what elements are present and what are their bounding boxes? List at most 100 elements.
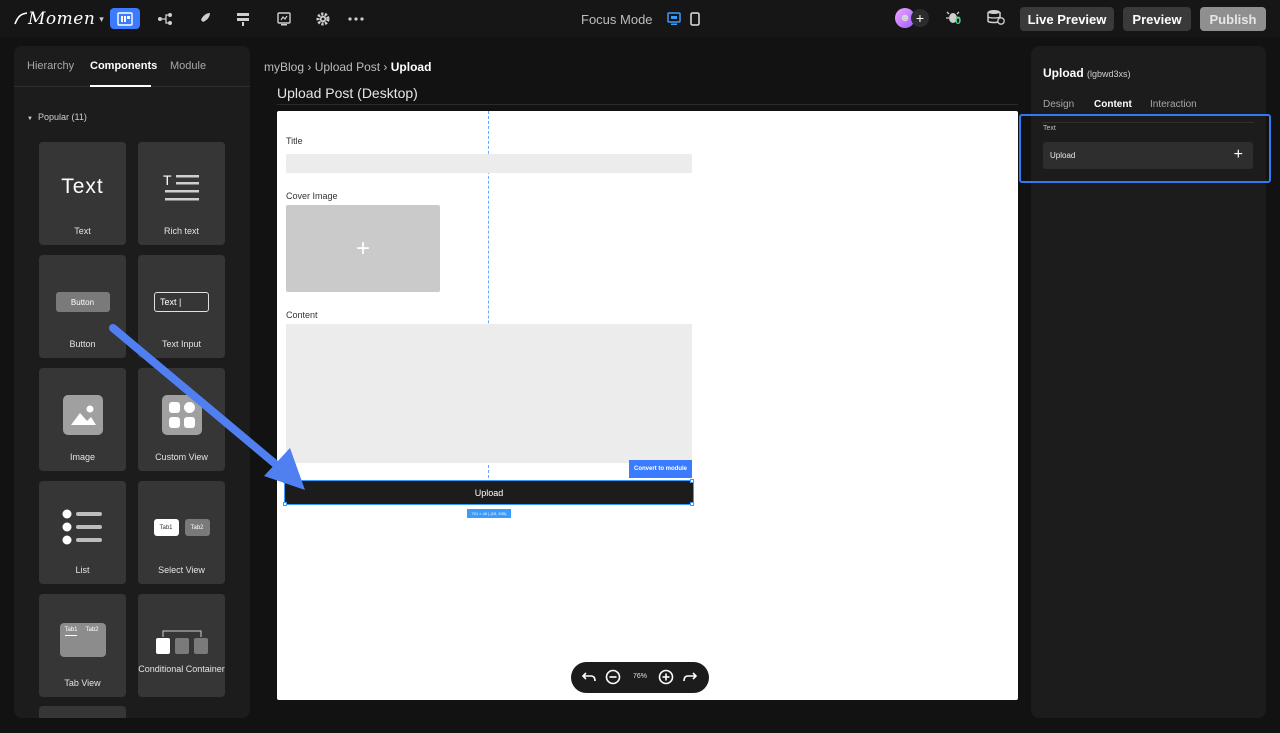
breadcrumb-item[interactable]: Upload Post (315, 60, 380, 74)
component-partial[interactable] (39, 706, 126, 718)
cover-image-label[interactable]: Cover Image (286, 191, 338, 201)
component-label: Conditional Container (138, 664, 225, 674)
text-property-value: Upload (1050, 151, 1076, 160)
component-text[interactable]: Text Text (39, 142, 126, 245)
selected-element-title: Upload (lgbwd3xs) (1043, 66, 1131, 80)
tab-indicator (64, 635, 77, 636)
more-icon[interactable] (341, 8, 371, 29)
tab-interaction[interactable]: Interaction (1150, 99, 1197, 110)
select-tab2: Tab2 (184, 519, 210, 536)
preview-window-icon[interactable] (269, 8, 299, 29)
content-label[interactable]: Content (286, 310, 318, 320)
title-input[interactable] (286, 154, 692, 173)
plus-icon: + (355, 234, 370, 262)
page-title: Upload Post (Desktop) (277, 85, 418, 101)
data-sync-icon[interactable] (987, 9, 1005, 27)
undo-icon[interactable] (581, 669, 597, 685)
chevron-down-icon: ▾ (99, 13, 104, 24)
zoom-out-icon[interactable] (605, 669, 621, 685)
button-preview: Button (55, 292, 110, 312)
bug-count-badge: 0 (955, 15, 962, 27)
list-icon (39, 509, 126, 545)
design-canvas[interactable]: Title Cover Image + Content Convert to m… (277, 111, 1018, 700)
upload-button[interactable]: Upload (284, 480, 694, 505)
tabview-tab2: Tab2 (85, 627, 99, 633)
zoom-toolbar: 76% (571, 662, 709, 693)
component-button[interactable]: Button Button (39, 255, 126, 358)
add-binding-icon[interactable]: + (1234, 146, 1243, 164)
component-label: Image (69, 452, 95, 462)
desktop-device-icon[interactable] (666, 11, 682, 27)
tab-view-box: Tab1 Tab2 (59, 623, 106, 657)
page-view-icon[interactable] (110, 8, 140, 29)
left-panel: Hierarchy Components Module ▼ Popular (1… (14, 46, 250, 718)
breadcrumb-current[interactable]: Upload (391, 60, 432, 74)
cover-image-picker[interactable]: + (286, 205, 440, 292)
tab-module[interactable]: Module (170, 60, 206, 72)
resize-handle[interactable] (283, 479, 287, 483)
component-label: Rich text (163, 226, 199, 236)
component-list[interactable]: List (39, 481, 126, 584)
hierarchy-icon[interactable] (150, 8, 180, 29)
text-input-preview-wrap: Text | (138, 292, 225, 312)
conditional-container-icon (138, 627, 225, 655)
breadcrumb-separator: › (307, 60, 312, 74)
component-label: Button (69, 339, 96, 349)
element-name: Upload (1043, 66, 1084, 80)
popular-section-label: Popular (11) (37, 112, 87, 122)
component-custom-view[interactable]: Custom View (138, 368, 225, 471)
component-label: Select View (158, 565, 205, 575)
resize-handle[interactable] (283, 502, 287, 506)
svg-text:T: T (163, 173, 172, 188)
resize-handle[interactable] (690, 502, 694, 506)
active-tab-indicator (90, 85, 151, 87)
resize-handle[interactable] (690, 479, 694, 483)
component-select-view[interactable]: Tab1 Tab2 Select View (138, 481, 225, 584)
component-tab-view[interactable]: Tab1 Tab2 Tab View (39, 594, 126, 697)
component-image[interactable]: Image (39, 368, 126, 471)
element-id: (lgbwd3xs) (1087, 69, 1131, 79)
settings-icon[interactable] (308, 8, 338, 29)
tab-view-preview: Tab1 Tab2 (39, 623, 126, 657)
add-collaborator-icon[interactable]: + (911, 9, 929, 27)
tab-components[interactable]: Components (90, 60, 157, 72)
rocket-icon[interactable] (189, 8, 219, 29)
convert-to-module-button[interactable]: Convert to module (629, 460, 692, 478)
live-preview-button[interactable]: Live Preview (1020, 7, 1114, 31)
component-label: Tab View (64, 678, 101, 688)
dimensions-badge: 701 × 40 | (15, 635) (467, 509, 511, 518)
mobile-device-icon[interactable] (687, 11, 703, 27)
tabview-tab1: Tab1 (64, 627, 78, 633)
top-bar: Momen ▾ Focus Mode ☻ + 0 Live Preview Pr… (0, 0, 1280, 37)
text-input-preview: Text | (154, 292, 209, 312)
breadcrumb-item[interactable]: myBlog (264, 60, 304, 74)
tab-content[interactable]: Content (1094, 99, 1132, 110)
zoom-level[interactable]: 76% (633, 673, 647, 680)
component-label: List (75, 565, 90, 575)
text-property-label: Text (1043, 125, 1056, 132)
momen-logo[interactable]: Momen ▾ (14, 9, 104, 29)
component-text-input[interactable]: Text | Text Input (138, 255, 225, 358)
left-panel-tabs: Hierarchy Components Module (14, 46, 250, 87)
tab-design[interactable]: Design (1043, 99, 1074, 110)
tab-hierarchy[interactable]: Hierarchy (27, 60, 74, 72)
properties-panel: Upload (lgbwd3xs) Design Content Interac… (1019, 46, 1271, 718)
focus-mode-toggle[interactable]: Focus Mode (581, 12, 653, 27)
component-conditional-container[interactable]: Conditional Container (138, 594, 225, 697)
component-label: Text Input (161, 339, 202, 349)
image-icon (39, 395, 126, 435)
title-label[interactable]: Title (286, 136, 303, 146)
zoom-in-icon[interactable] (658, 669, 674, 685)
custom-view-icon (138, 395, 225, 435)
component-rich-text[interactable]: T Rich text (138, 142, 225, 245)
select-tab1: Tab1 (153, 519, 179, 536)
popular-section-header[interactable]: ▼ Popular (11) (27, 112, 87, 122)
content-textarea[interactable] (286, 324, 692, 463)
database-icon[interactable] (228, 8, 258, 29)
redo-icon[interactable] (682, 669, 698, 685)
text-property-input[interactable]: Upload + (1043, 142, 1253, 169)
preview-button[interactable]: Preview (1123, 7, 1191, 31)
publish-button[interactable]: Publish (1200, 7, 1266, 31)
component-label: Custom View (155, 452, 208, 462)
text-preview: Text (61, 175, 104, 198)
